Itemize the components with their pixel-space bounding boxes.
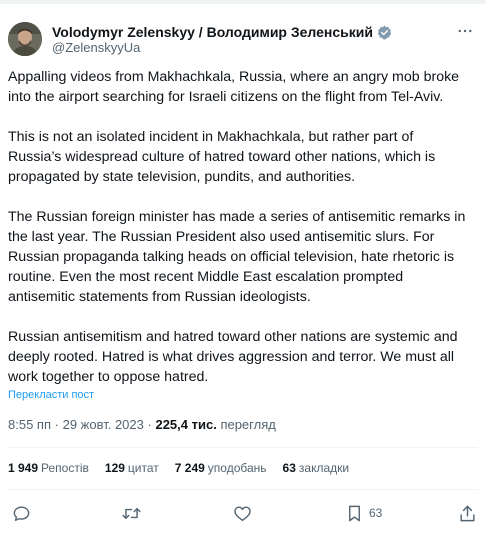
like-button[interactable] bbox=[233, 502, 252, 524]
stat-quotes-count: 129 bbox=[104, 461, 125, 475]
avatar-image bbox=[8, 22, 42, 56]
stat-bookmarks-count: 63 bbox=[282, 461, 296, 475]
stat-quotes[interactable]: 129 цитат bbox=[105, 461, 159, 475]
reply-icon bbox=[13, 505, 30, 521]
stat-reposts[interactable]: 1 949 Репостів bbox=[8, 461, 89, 475]
author-handle[interactable]: @ZelenskyyUa bbox=[52, 40, 140, 55]
stat-bookmarks[interactable]: 63 закладки bbox=[283, 461, 350, 475]
stat-likes[interactable]: 7 249 уподобань bbox=[175, 461, 267, 475]
verified-badge-icon[interactable] bbox=[377, 25, 392, 40]
more-options-icon[interactable] bbox=[456, 22, 474, 40]
share-icon bbox=[460, 505, 475, 521]
stat-bookmarks-label: закладки bbox=[298, 461, 350, 475]
tweet-time[interactable]: 8:55 пп bbox=[8, 417, 51, 432]
author-name-row[interactable]: Volodymyr Zelenskyy / Володимир Зеленськ… bbox=[52, 22, 392, 42]
top-edge bbox=[0, 0, 486, 4]
share-button[interactable] bbox=[458, 502, 477, 524]
stat-likes-label: уподобань bbox=[207, 461, 267, 475]
meta-separator: · bbox=[147, 417, 152, 432]
tweet-text: Appalling videos from Makhachkala, Russi… bbox=[8, 69, 466, 385]
bookmark-icon bbox=[349, 505, 360, 521]
stat-likes-count: 7 249 bbox=[174, 461, 205, 475]
tweet-meta: 8:55 пп · 29 жовт. 2023 · 225,4 тис. пер… bbox=[8, 417, 276, 432]
avatar[interactable] bbox=[8, 22, 42, 56]
divider bbox=[8, 489, 478, 490]
reply-button[interactable] bbox=[12, 502, 31, 524]
stat-reposts-count: 1 949 bbox=[8, 461, 39, 475]
like-icon bbox=[234, 505, 251, 521]
repost-icon bbox=[122, 507, 141, 519]
stat-reposts-label: Репостів bbox=[41, 461, 89, 475]
action-bar: 63 bbox=[0, 502, 486, 526]
author-display-name[interactable]: Volodymyr Zelenskyy / Володимир Зеленськ… bbox=[52, 24, 373, 40]
tweet-date[interactable]: 29 жовт. 2023 bbox=[63, 417, 144, 432]
views-count: 225,4 тис. bbox=[155, 417, 217, 432]
views-label: перегляд bbox=[220, 417, 276, 432]
meta-separator: · bbox=[54, 417, 59, 432]
bookmark-count: 63 bbox=[369, 506, 383, 520]
translate-post-link[interactable]: Перекласти пост bbox=[8, 389, 94, 401]
bookmark-button[interactable]: 63 bbox=[346, 502, 382, 524]
stat-quotes-label: цитат bbox=[127, 461, 159, 475]
repost-button[interactable] bbox=[121, 502, 142, 524]
divider bbox=[8, 447, 478, 448]
engagement-stats: 1 949 Репостів 129 цитат 7 249 уподобань 63… bbox=[8, 461, 365, 475]
